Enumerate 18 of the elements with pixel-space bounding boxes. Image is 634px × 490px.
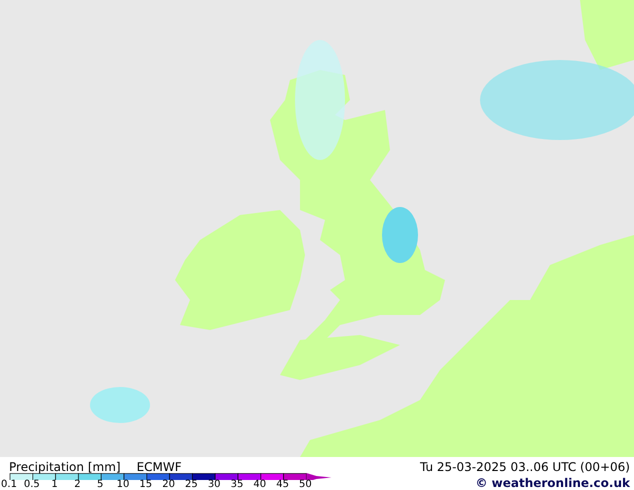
scale-tick-label: 5 [96, 480, 104, 490]
scale-tick-label: 45 [275, 480, 290, 490]
scale-tick-label: 35 [230, 480, 244, 490]
scale-tick-label: 50 [298, 480, 313, 490]
copyright-text: © weatheronline.co.uk [475, 477, 630, 489]
scale-tick-label: 0.1 [0, 480, 18, 490]
scale-tick-label: 15 [138, 480, 154, 490]
scale-tick-label: 0.5 [22, 480, 41, 490]
scale-tick-label: 40 [252, 480, 268, 490]
chart-title: Precipitation [mm] [9, 461, 121, 473]
scale-tick-label: 1 [50, 480, 59, 490]
scale-tick-label: 10 [116, 480, 130, 490]
model-name: ECMWF [136, 461, 182, 473]
scale-tick-label: 30 [206, 480, 222, 490]
scale-tick-label: 20 [161, 480, 176, 490]
scale-tick-label: 25 [184, 480, 199, 490]
valid-time: Tu 25-03-2025 03..06 UTC (00+06) [420, 461, 630, 473]
scale-tick-label: 2 [73, 480, 82, 490]
